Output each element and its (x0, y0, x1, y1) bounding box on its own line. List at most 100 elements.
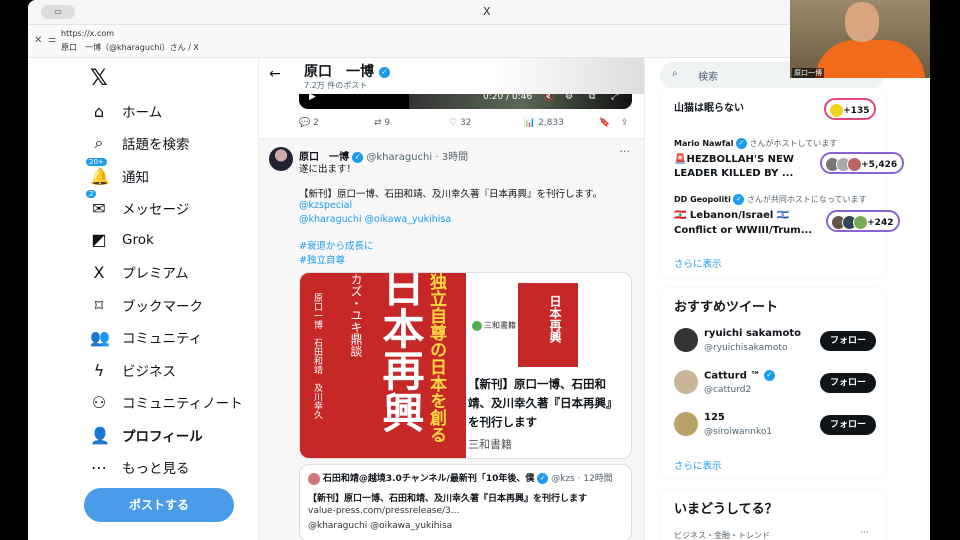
sidebar-item-10[interactable]: 👤 プロフィール (90, 425, 203, 446)
quote-handle: @kzs (551, 474, 575, 484)
tweet[interactable]: 原口 一博 ✓ @kharaguchi · 3時間 ··· 遂に出ます！ 【新刊… (259, 139, 644, 540)
sidebar-item-label: 話題を検索 (122, 137, 190, 153)
nav-icon: ✉ 2 (86, 189, 108, 218)
mention-link[interactable]: @kharaguchi @oikawa_yukihisa (299, 214, 451, 225)
space-title[interactable]: LEADER KILLED BY ... (674, 168, 793, 179)
verified-icon: ✓ (378, 66, 390, 78)
card-domain: 三和書籍 (468, 438, 512, 451)
show-more-link[interactable]: さらに表示 (674, 458, 722, 472)
tweet-handle[interactable]: @kharaguchi (366, 152, 432, 163)
mention-link[interactable]: @kzspecial (299, 200, 352, 211)
webcam-overlay: 原口一博 (790, 0, 930, 78)
space-host[interactable]: DD Geopoliti ✓ さんが共同ホストになっています (674, 194, 867, 205)
show-more-link[interactable]: さらに表示 (674, 256, 722, 270)
nav-icon: ⚇ (91, 392, 107, 412)
user-handle: @ryuichisakamoto (704, 343, 788, 353)
tweet-text: 遂に出ます！ (299, 164, 357, 175)
sidebar-item-11[interactable]: ⋯ もっと見る (90, 457, 190, 478)
sidebar-item-7[interactable]: 👥 コミュニティ (90, 327, 203, 348)
sidebar-item-label: コミュニティ (122, 331, 203, 347)
user-name[interactable]: 125 (704, 412, 725, 423)
space-title[interactable]: Conflict or WWIII/Trum... (674, 225, 812, 236)
sidebar-item-2[interactable]: 🔔 20+ 通知 (86, 157, 149, 186)
user-name[interactable]: ryuichi sakamoto (704, 328, 801, 339)
browser-window: ▭ X ✕ ⚌ https://x.com 原口 一博（@kharaguchi）… (28, 0, 930, 540)
quote-link[interactable]: value-press.com/pressrelease/3... (308, 506, 459, 516)
sidebar-item-8[interactable]: ϟ ビジネス (90, 360, 176, 381)
sidebar-item-5[interactable]: X プレミアム (90, 262, 189, 283)
post-count: 7.2万 件のポスト (304, 81, 368, 90)
follow-button[interactable]: フォロー (820, 331, 876, 351)
sidebar-item-6[interactable]: ⌑ ブックマーク (90, 295, 203, 316)
webcam-label: 原口一博 (792, 68, 824, 78)
hashtag-link[interactable]: #衰退から成長に (299, 238, 373, 252)
spaces-box: 山猫は眠らない +135 Mario Nawfal ✓ さんがホストしています … (660, 88, 905, 278)
book-thumbnail: 日本再興 (518, 283, 578, 367)
back-arrow-icon[interactable]: ← (269, 66, 281, 82)
nav-icon: ⋯ (91, 457, 107, 477)
nav-icon: ⌕ (94, 133, 104, 152)
avatar[interactable] (674, 370, 698, 394)
sidebar-item-3[interactable]: ✉ 2 メッセージ (86, 189, 190, 218)
sidebar-item-label: コミュニティノート (122, 396, 243, 412)
close-icon[interactable]: ✕ (34, 35, 42, 46)
user-handle: @siroiwannko1 (704, 427, 773, 437)
avatar[interactable] (674, 328, 698, 352)
nav-icon: ◩ (91, 230, 107, 249)
views-button[interactable]: 📊 2,833 (524, 118, 564, 128)
book-cover-image: 日本再興 独立自尊の日本を創る カズ・ユキ鼎談 原口一博 石田和靖 及川幸久 (300, 273, 466, 458)
recommend-box: おすすめツイート ryuichi sakamoto @ryuichisakamo… (660, 288, 885, 478)
avatar[interactable] (674, 412, 698, 436)
tweet-time[interactable]: · 3時間 (435, 152, 468, 163)
quote-text: 【新刊】原口一博、石田和靖、及川幸久著『日本再興』を刊行します (308, 494, 588, 504)
nav-icon: 👥 (90, 327, 110, 347)
quote-time: · 12時間 (577, 474, 613, 484)
main-timeline: ← 原口 一博 ✓ 7.2万 件のポスト ▶ 0:20 / 0:46 🔇 ⚙ ⧉… (258, 58, 645, 540)
user-name[interactable]: Catturd ™ ✓ (704, 370, 775, 382)
hashtag-link[interactable]: #独立自尊 (299, 252, 345, 266)
space-title[interactable]: 🇱🇧 Lebanon/Israel 🇮🇱 (674, 210, 789, 221)
sidebar-item-label: メッセージ (122, 202, 190, 218)
sidebar-item-label: ブックマーク (122, 299, 203, 315)
x-logo-icon[interactable]: 𝕏 (90, 66, 108, 91)
tab-overview-icon[interactable]: ▭ (41, 5, 75, 19)
repost-button[interactable]: ⇄ 9 (374, 118, 390, 128)
quote-author: 石田和靖@越境3.0チャンネル/最新刊「10年後、僕 (322, 474, 535, 484)
bookmark-icon[interactable]: 🔖 (599, 118, 610, 128)
space-listeners[interactable]: +135 (824, 98, 877, 120)
card-title[interactable]: 【新刊】原口一博、石田和靖、及川幸久著『日本再興』を刊行します (468, 375, 628, 432)
link-card[interactable]: 日本再興 独立自尊の日本を創る カズ・ユキ鼎談 原口一博 石田和靖 及川幸久 三… (299, 272, 632, 459)
sidebar-item-label: もっと見る (122, 461, 190, 477)
search-icon: ⌕ (672, 68, 678, 79)
more-icon[interactable]: ··· (860, 528, 869, 538)
sidebar-item-label: プレミアム (122, 266, 189, 282)
sidebar-item-0[interactable]: ⌂ ホーム (90, 101, 162, 122)
sidebar-item-1[interactable]: ⌕ 話題を検索 (90, 133, 190, 153)
publisher-logo: 三和書籍 (472, 320, 516, 331)
space-listeners[interactable]: +242 (826, 210, 901, 232)
space-title[interactable]: 山猫は眠らない (674, 99, 744, 114)
sidebar-item-9[interactable]: ⚇ コミュニティノート (90, 392, 243, 413)
reply-button[interactable]: 💬 2 (299, 118, 319, 128)
space-host[interactable]: Mario Nawfal ✓ さんがホストしています (674, 138, 837, 149)
follow-button[interactable]: フォロー (820, 373, 876, 393)
trend-category: ビジネス・金融・トレンド (674, 531, 770, 540)
url-text[interactable]: https://x.com (61, 29, 114, 38)
follow-button[interactable]: フォロー (820, 415, 876, 435)
avatar[interactable] (269, 147, 293, 171)
verified-icon: ✓ (537, 473, 549, 484)
nav-icon: ⌑ (94, 295, 104, 315)
sidebar-item-4[interactable]: ◩ Grok (90, 230, 153, 249)
space-listeners[interactable]: +5,426 (820, 152, 905, 174)
site-settings-icon[interactable]: ⚌ (48, 35, 56, 45)
nav-icon: 🔔 20+ (86, 157, 110, 186)
nav-icon: X (93, 262, 105, 282)
space-title[interactable]: 🚨HEZBOLLAH'S NEW (674, 154, 794, 165)
sidebar-item-label: プロフィール (122, 429, 203, 445)
share-icon[interactable]: ⇪ (621, 118, 629, 128)
more-icon[interactable]: ··· (620, 145, 631, 158)
trends-box: いまどうしてる？ ビジネス・金融・トレンド ··· (660, 490, 885, 540)
like-button[interactable]: ♡ 32 (449, 118, 471, 128)
quoted-tweet[interactable]: 石田和靖@越境3.0チャンネル/最新刊「10年後、僕 ✓ @kzs · 12時間… (299, 464, 632, 540)
post-button[interactable]: ポストする (84, 488, 234, 522)
